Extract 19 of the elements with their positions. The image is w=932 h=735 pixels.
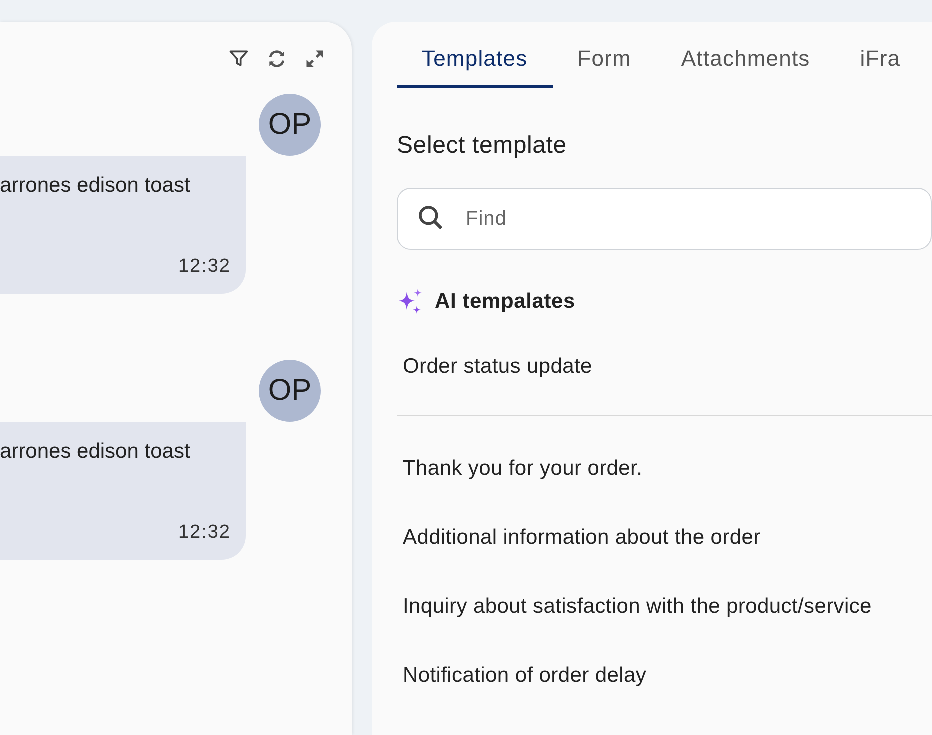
tab[interactable]: Templates [397,40,553,88]
message-time: 12:32 [178,522,231,544]
template-item[interactable]: Thank you for your order. [397,457,932,481]
expand-icon[interactable] [304,48,326,70]
message-text: arrones edison toast [0,174,190,198]
template-item[interactable]: Notification of order delay [397,664,932,688]
search-field[interactable]: Find [397,188,932,250]
section-title: AI tempalates [435,290,576,314]
template-item[interactable]: Order status update [397,355,932,379]
message-text: arrones edison toast [0,440,190,464]
avatar: OP [259,94,321,156]
template-item[interactable]: Additional information about the order [397,526,932,550]
avatar: OP [259,360,321,422]
message-time: 12:32 [178,256,231,278]
tab[interactable]: Attachments [656,40,836,88]
section-heading: Select template [397,132,568,160]
tab[interactable]: Form [552,40,656,88]
tab[interactable]: iFra [835,40,926,88]
template-item[interactable]: Inquiry about satisfaction with the product/service [397,595,932,619]
